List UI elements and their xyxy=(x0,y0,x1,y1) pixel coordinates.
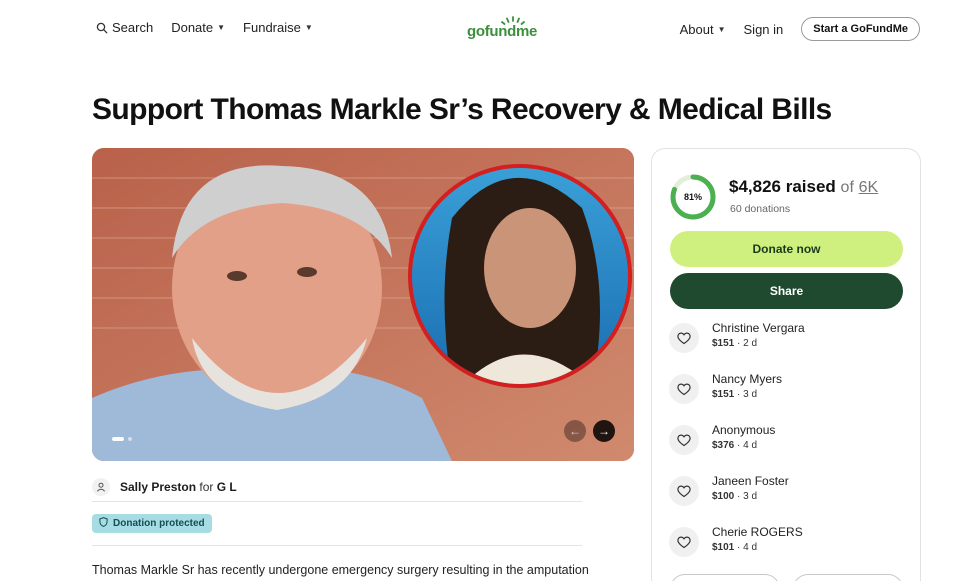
donor-meta: $376 · 4 d xyxy=(712,440,757,451)
goal-amount[interactable]: 6K xyxy=(859,179,879,196)
donation-protected-badge[interactable]: Donation protected xyxy=(92,514,212,533)
donor-separator: · xyxy=(734,338,744,349)
donation-count: 60 donations xyxy=(730,203,791,215)
donor-name: Anonymous xyxy=(712,423,776,437)
donate-menu[interactable]: Donate ▼ xyxy=(171,20,225,35)
amount-raised: $4,826 raised of 6K xyxy=(729,177,878,197)
donate-menu-label: Donate xyxy=(171,20,214,35)
search-link[interactable]: Search xyxy=(96,20,153,35)
donor-time: 4 d xyxy=(743,542,758,553)
carousel-prev-button[interactable]: ← xyxy=(564,420,586,442)
fundraise-menu[interactable]: Fundraise ▼ xyxy=(243,20,313,35)
see-top-button[interactable] xyxy=(793,574,903,581)
carousel-dots[interactable] xyxy=(112,437,132,441)
campaign-hero-image[interactable]: ← → xyxy=(92,148,634,461)
donor-name: Janeen Foster xyxy=(712,474,789,488)
donor-separator: · xyxy=(734,491,744,502)
campaign-story: Thomas Markle Sr has recently undergone … xyxy=(92,563,589,577)
heart-hand-icon xyxy=(669,476,699,506)
signin-label: Sign in xyxy=(743,21,784,37)
signin-link[interactable]: Sign in xyxy=(744,22,784,37)
search-label: Search xyxy=(112,20,154,35)
carousel-dot-active[interactable] xyxy=(112,437,124,441)
gofundme-logo[interactable]: gofundme xyxy=(467,14,547,42)
donor-item: Anonymous $376 · 4 d xyxy=(669,423,909,463)
progress-percent: 81% xyxy=(683,192,702,202)
campaign-photo xyxy=(92,148,634,461)
beneficiary-name[interactable]: G L xyxy=(217,480,237,494)
heart-hand-icon xyxy=(669,374,699,404)
donor-item: Janeen Foster $100 · 3 d xyxy=(669,474,909,514)
donor-name: Nancy Myers xyxy=(712,372,783,386)
organizer-for-label: for xyxy=(199,479,214,494)
nav-left: Search Donate ▼ Fundraise ▼ xyxy=(96,20,313,35)
raised-amount: $4,826 raised xyxy=(729,177,836,196)
heart-hand-icon xyxy=(669,323,699,353)
carousel-next-button[interactable]: → xyxy=(593,420,615,442)
shield-icon xyxy=(99,517,108,530)
donor-meta: $101 · 4 d xyxy=(712,542,757,553)
person-icon xyxy=(92,477,110,496)
logo-text: gofundme xyxy=(467,23,538,40)
donor-separator: · xyxy=(734,440,744,451)
share-button[interactable]: Share xyxy=(670,273,903,309)
carousel-dot[interactable] xyxy=(128,437,132,441)
donor-amount: $151 xyxy=(712,389,735,400)
search-icon xyxy=(96,22,108,34)
donor-name: Cherie ROGERS xyxy=(712,525,803,539)
donor-name: Christine Vergara xyxy=(712,321,805,335)
donor-time: 4 d xyxy=(743,440,758,451)
donor-item: Nancy Myers $151 · 3 d xyxy=(669,372,909,412)
heart-hand-icon xyxy=(669,425,699,455)
donor-meta: $151 · 3 d xyxy=(712,389,757,400)
donation-protected-label: Donation protected xyxy=(113,518,205,529)
donor-item: Cherie ROGERS $101 · 4 d xyxy=(669,525,909,565)
divider xyxy=(92,545,582,546)
donation-card: 81% $4,826 raised of 6K 60 donations Don… xyxy=(651,148,921,581)
about-menu[interactable]: About ▼ xyxy=(680,22,726,37)
organizer-name[interactable]: Sally Preston xyxy=(120,480,196,494)
donor-amount: $101 xyxy=(712,542,735,553)
donor-item: Christine Vergara $151 · 2 d xyxy=(669,321,909,361)
donor-meta: $151 · 2 d xyxy=(712,338,757,349)
see-all-button[interactable] xyxy=(670,574,780,581)
donor-time: 3 d xyxy=(743,389,758,400)
site-header: Search Donate ▼ Fundraise ▼ gofundme Abo… xyxy=(0,0,980,58)
donor-meta: $100 · 3 d xyxy=(712,491,757,502)
donor-amount: $100 xyxy=(712,491,735,502)
start-gofundme-button[interactable]: Start a GoFundMe xyxy=(801,17,920,41)
page-title: Support Thomas Markle Sr’s Recovery & Me… xyxy=(92,93,832,126)
donate-now-button[interactable]: Donate now xyxy=(670,231,903,267)
donor-amount: $376 xyxy=(712,440,735,451)
arrow-right-icon: → xyxy=(598,424,610,438)
caret-down-icon: ▼ xyxy=(717,24,726,34)
nav-right: About ▼ Sign in Start a GoFundMe xyxy=(680,17,920,41)
donor-time: 2 d xyxy=(743,338,758,349)
about-menu-label: About xyxy=(679,21,714,37)
heart-hand-icon xyxy=(669,527,699,557)
donor-separator: · xyxy=(734,389,744,400)
donor-time: 3 d xyxy=(743,491,758,502)
organizer-row: Sally Preston for G L xyxy=(92,472,582,502)
caret-down-icon: ▼ xyxy=(217,23,226,32)
caret-down-icon: ▼ xyxy=(304,23,313,32)
donor-separator: · xyxy=(734,542,744,553)
donor-amount: $151 xyxy=(712,338,735,349)
fundraise-menu-label: Fundraise xyxy=(243,20,301,35)
arrow-left-icon: ← xyxy=(569,424,581,438)
raised-of-label: of xyxy=(840,179,854,196)
